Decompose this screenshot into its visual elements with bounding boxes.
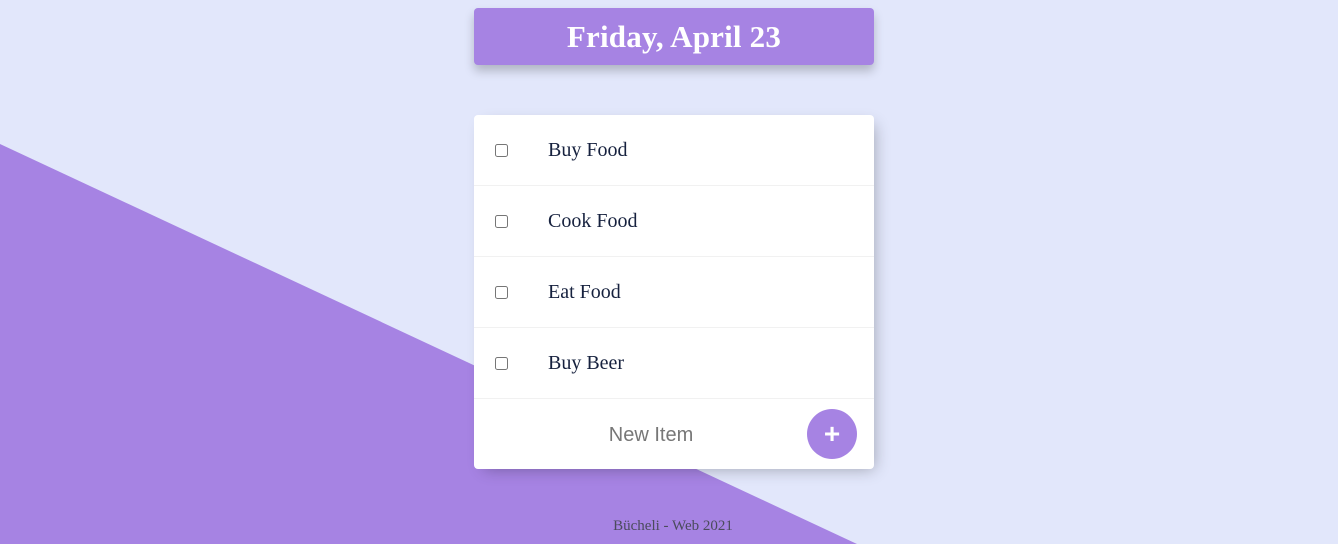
footer-text: Bücheli - Web 2021 [613,518,733,534]
item-label: Cook Food [548,209,638,232]
list-item: Buy Food [474,115,874,186]
item-label: Buy Food [548,138,628,161]
todo-list-card: Buy Food Cook Food Eat Food Buy Beer + [474,115,874,469]
new-item-input[interactable] [574,417,728,453]
add-item-button[interactable]: + [807,409,857,459]
page-title: Friday, April 23 [566,18,782,54]
new-item-form: + [474,399,874,469]
list-item: Buy Beer [474,328,874,399]
item-checkbox[interactable] [495,143,508,157]
item-label: Eat Food [548,280,621,303]
list-item: Cook Food [474,186,874,257]
item-checkbox[interactable] [495,285,508,299]
plus-icon: + [823,418,841,449]
date-header: Friday, April 23 [474,8,874,65]
item-checkbox[interactable] [495,356,508,370]
list-item: Eat Food [474,257,874,328]
item-checkbox[interactable] [495,214,508,228]
item-label: Buy Beer [548,351,625,374]
